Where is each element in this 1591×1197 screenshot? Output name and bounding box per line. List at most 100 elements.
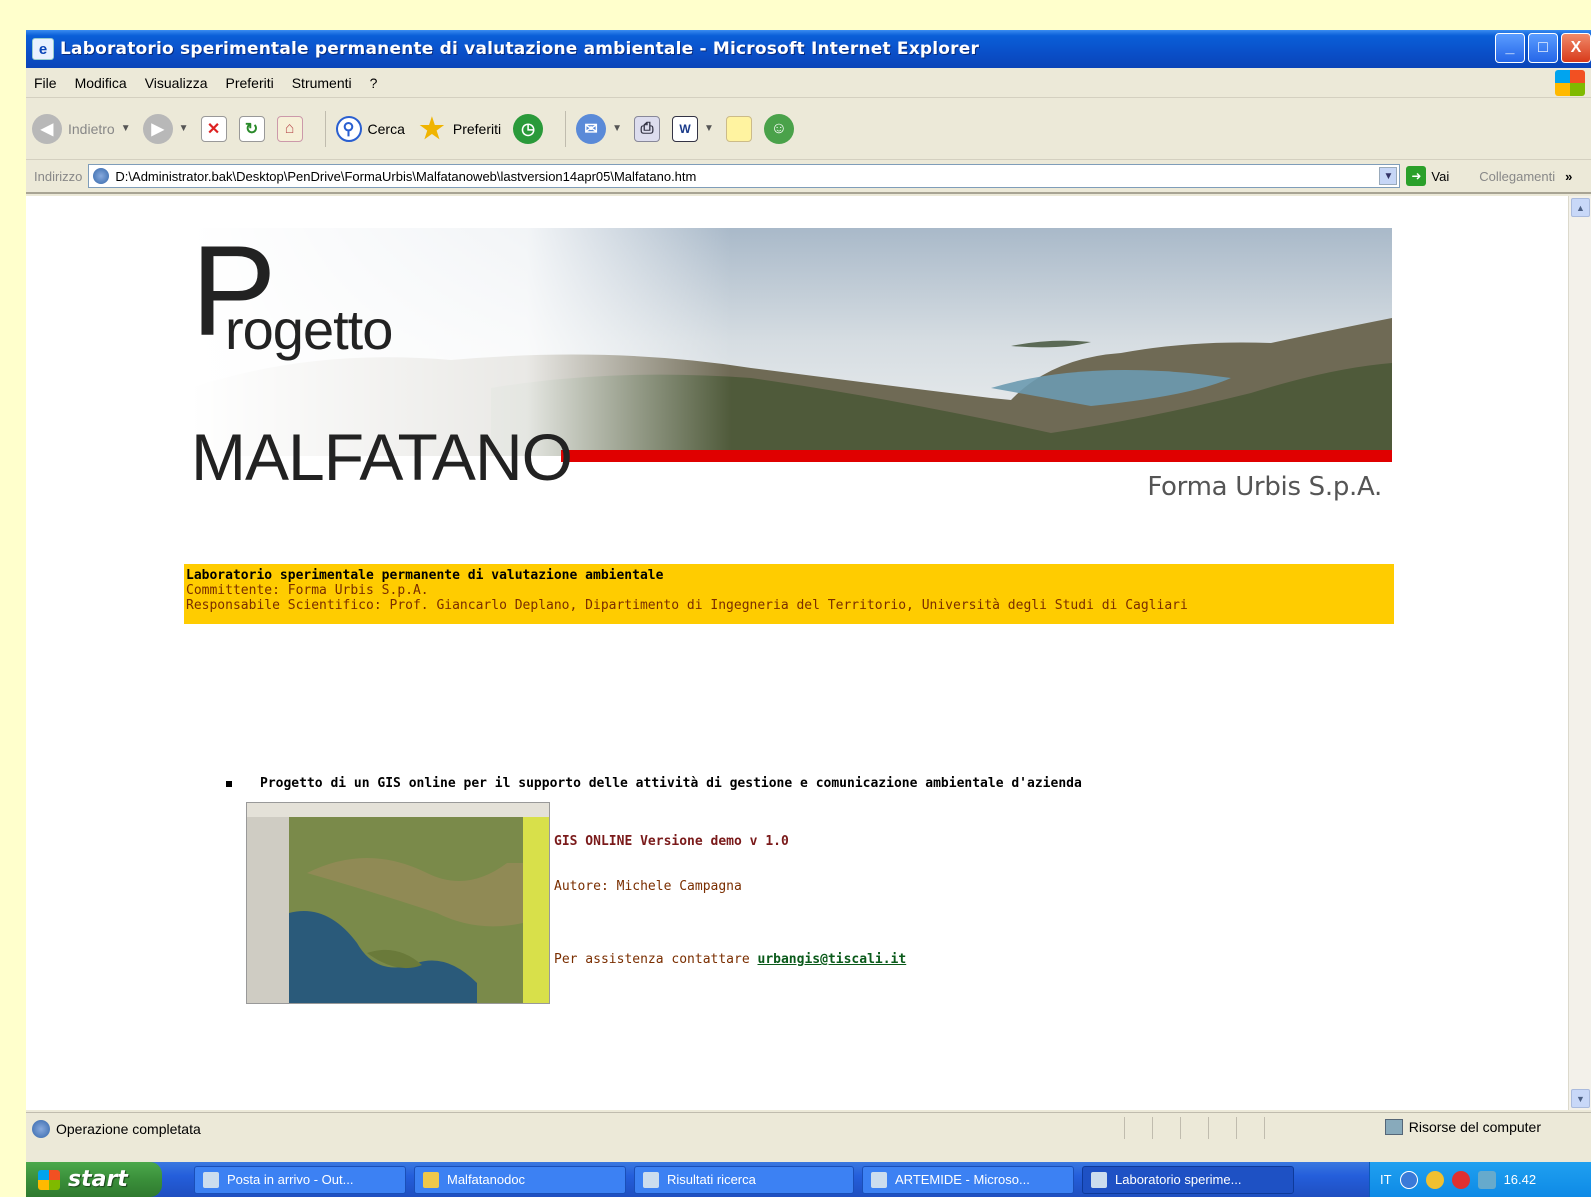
ie-icon xyxy=(871,1171,887,1188)
client-line: Committente: Forma Urbis S.p.A. xyxy=(186,583,429,598)
messenger-button[interactable]: ☺ xyxy=(763,113,794,144)
refresh-icon: ↻ xyxy=(238,115,265,142)
discuss-button[interactable] xyxy=(725,115,752,142)
clock: 16.42 xyxy=(1503,1172,1537,1187)
taskbar-item-label: ARTEMIDE - Microso... xyxy=(895,1172,1030,1187)
address-input[interactable]: D:\Administrator.bak\Desktop\PenDrive\Fo… xyxy=(88,164,1401,188)
browser-window: e Laboratorio sperimentale permanente di… xyxy=(26,30,1591,1162)
taskbar-item-label: Malfatanodoc xyxy=(447,1172,526,1187)
edit-button[interactable]: W ▼ xyxy=(672,115,714,142)
chevron-down-icon[interactable]: ▼ xyxy=(612,123,622,134)
refresh-button[interactable]: ↻ xyxy=(238,115,265,142)
menu-strumenti[interactable]: Strumenti xyxy=(292,75,352,91)
gis-screenshot-thumbnail[interactable] xyxy=(246,802,550,1004)
scroll-up-icon[interactable]: ▲ xyxy=(1571,198,1590,217)
star-icon: ★ xyxy=(419,113,445,144)
history-icon: ◷ xyxy=(513,113,544,144)
taskbar-item-folder[interactable]: Malfatanodoc xyxy=(414,1165,626,1194)
antivirus-icon[interactable] xyxy=(1451,1170,1470,1189)
taskbar-item-artemide[interactable]: ARTEMIDE - Microso... xyxy=(862,1165,1074,1194)
ie-icon xyxy=(1091,1171,1107,1188)
menu-help[interactable]: ? xyxy=(370,75,378,91)
go-label: Vai xyxy=(1431,168,1450,184)
lab-title: Laboratorio sperimentale permanente di v… xyxy=(186,568,664,583)
search-button[interactable]: ⚲ Cerca xyxy=(335,115,405,142)
title-bar[interactable]: e Laboratorio sperimentale permanente di… xyxy=(26,30,1591,68)
go-arrow-icon: ➜ xyxy=(1406,166,1427,186)
taskbar-item-search[interactable]: Risultati ricerca xyxy=(634,1165,854,1194)
taskbar: start Posta in arrivo - Out... Malfatano… xyxy=(26,1162,1591,1197)
page-icon xyxy=(93,168,110,184)
word-icon: W xyxy=(672,115,699,142)
network-icon[interactable] xyxy=(1399,1170,1418,1189)
taskbar-item-outlook[interactable]: Posta in arrivo - Out... xyxy=(194,1165,406,1194)
toolbar-separator xyxy=(324,110,326,147)
bullet-icon xyxy=(226,780,232,787)
back-button[interactable]: ◀ Indietro ▼ xyxy=(32,113,131,144)
links-label: Collegamenti xyxy=(1479,168,1556,184)
tray-icon[interactable] xyxy=(1425,1170,1444,1189)
red-accent-bar xyxy=(561,450,1392,462)
back-arrow-icon: ◀ xyxy=(32,113,62,144)
home-icon: ⌂ xyxy=(276,115,303,142)
close-button[interactable]: X xyxy=(1561,33,1591,63)
window-title: Laboratorio sperimentale permanente di v… xyxy=(60,39,980,59)
taskbar-item-label: Laboratorio sperime... xyxy=(1115,1172,1242,1187)
project-description: Progetto di un GIS online per il support… xyxy=(260,776,1082,791)
messenger-icon: ☺ xyxy=(763,113,794,144)
status-panes xyxy=(1124,1117,1292,1139)
go-button[interactable]: ➜ Vai xyxy=(1406,166,1449,186)
search-label: Cerca xyxy=(367,120,405,137)
gis-title: GIS ONLINE Versione demo v 1.0 xyxy=(554,834,789,849)
printer-icon: ⎙ xyxy=(634,115,661,142)
start-label: start xyxy=(68,1167,128,1192)
satellite-map-image xyxy=(247,803,549,1003)
favorites-button[interactable]: ★ Preferiti xyxy=(417,113,502,144)
taskbar-item-label: Posta in arrivo - Out... xyxy=(227,1172,354,1187)
chevron-down-icon[interactable]: ▼ xyxy=(1379,167,1398,185)
home-button[interactable]: ⌂ xyxy=(276,115,303,142)
minimize-button[interactable]: _ xyxy=(1495,33,1525,63)
mail-button[interactable]: ✉ ▼ xyxy=(576,113,622,144)
taskbar-item-laboratorio[interactable]: Laboratorio sperime... xyxy=(1082,1165,1294,1194)
chevron-down-icon[interactable]: ▼ xyxy=(121,123,131,134)
taskbar-item-label: Risultati ricerca xyxy=(667,1172,756,1187)
toolbar-separator xyxy=(565,110,567,147)
start-button[interactable]: start xyxy=(26,1162,162,1197)
contact-email-link[interactable]: urbangis@tiscali.it xyxy=(758,952,907,967)
page-content: P rogetto MALFATANO Forma Urbis S.p.A. L… xyxy=(26,196,1568,1110)
outlook-icon xyxy=(203,1171,219,1188)
scientific-lead-line: Responsabile Scientifico: Prof. Giancarl… xyxy=(186,598,1188,613)
scroll-down-icon[interactable]: ▼ xyxy=(1571,1089,1590,1108)
security-zone: Risorse del computer xyxy=(1384,1119,1541,1135)
status-bar: Operazione completata Risorse del comput… xyxy=(26,1112,1591,1144)
gis-contact: Per assistenza contattare urbangis@tisca… xyxy=(554,952,906,967)
info-band: Laboratorio sperimentale permanente di v… xyxy=(184,564,1394,624)
menu-modifica[interactable]: Modifica xyxy=(75,75,127,91)
menu-file[interactable]: File xyxy=(34,75,57,91)
toolbar: ◀ Indietro ▼ ▶ ▼ ✕ ↻ ⌂ ⚲ Cerca ★ Preferi… xyxy=(26,98,1591,160)
contact-prefix: Per assistenza contattare xyxy=(554,952,758,967)
list-item: Progetto di un GIS online per il support… xyxy=(226,776,1082,791)
links-button[interactable]: Collegamenti » xyxy=(1479,169,1572,184)
vertical-scrollbar[interactable]: ▲ ▼ xyxy=(1568,196,1591,1110)
chevron-down-icon[interactable]: ▼ xyxy=(704,123,714,134)
favorites-label: Preferiti xyxy=(452,120,502,137)
gis-author: Autore: Michele Campagna xyxy=(554,879,742,894)
zone-label: Risorse del computer xyxy=(1408,1119,1541,1135)
back-label: Indietro xyxy=(68,120,115,137)
status-text: Operazione completata xyxy=(56,1120,201,1137)
system-tray: IT 16.42 xyxy=(1369,1162,1591,1197)
links-more[interactable]: » xyxy=(1565,169,1572,184)
print-button[interactable]: ⎙ xyxy=(634,115,661,142)
language-indicator[interactable]: IT xyxy=(1380,1172,1392,1187)
volume-icon[interactable] xyxy=(1477,1170,1496,1189)
chevron-down-icon[interactable]: ▼ xyxy=(179,123,189,134)
forward-button[interactable]: ▶ ▼ xyxy=(142,113,189,144)
maximize-button[interactable]: □ xyxy=(1528,33,1558,63)
menu-preferiti[interactable]: Preferiti xyxy=(225,75,273,91)
gis-info: GIS ONLINE Versione demo v 1.0 Autore: M… xyxy=(554,834,906,967)
history-button[interactable]: ◷ xyxy=(513,113,544,144)
stop-button[interactable]: ✕ xyxy=(200,115,227,142)
menu-visualizza[interactable]: Visualizza xyxy=(145,75,208,91)
